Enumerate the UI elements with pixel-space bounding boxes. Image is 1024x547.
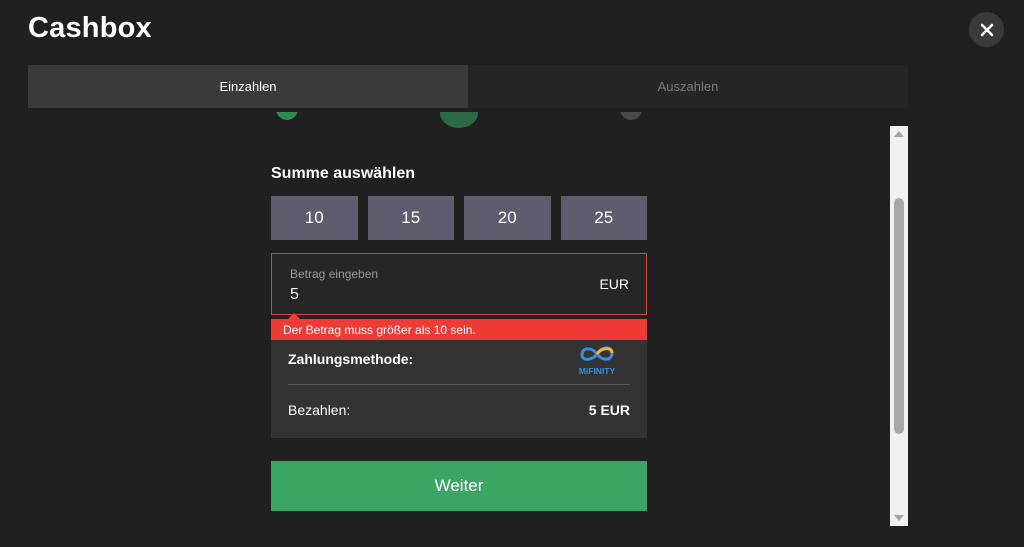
scrollbar[interactable] [890, 126, 908, 526]
scroll-up-icon[interactable] [894, 131, 904, 137]
continue-button[interactable]: Weiter [271, 461, 647, 511]
close-icon [980, 23, 993, 36]
error-message: Der Betrag muss größer als 10 sein. [271, 319, 647, 340]
cashbox-modal: Cashbox Einzahlen Auszahlen Summe auswäh… [0, 0, 1024, 547]
tab-auszahlen[interactable]: Auszahlen [468, 65, 908, 108]
summary-divider [288, 384, 630, 385]
amount-button[interactable]: 20 [464, 196, 551, 240]
page-title: Cashbox [28, 12, 152, 44]
close-button[interactable] [969, 12, 1004, 47]
scroll-down-icon[interactable] [894, 515, 904, 521]
amount-options: 10 15 20 25 [271, 196, 647, 240]
mifinity-logo-text: MiFINITY [579, 366, 616, 376]
amount-button[interactable]: 10 [271, 196, 358, 240]
amount-input[interactable] [290, 286, 570, 304]
step-indicator-1 [276, 112, 298, 128]
tab-bar: Einzahlen Auszahlen [28, 65, 908, 108]
currency-label: EUR [599, 276, 629, 292]
amount-button[interactable]: 15 [367, 196, 454, 240]
mifinity-logo: MiFINITY [573, 343, 621, 377]
payment-method-label: Zahlungsmethode: [288, 351, 414, 367]
amount-button[interactable]: 25 [560, 196, 647, 240]
mifinity-logo-icon: MiFINITY [579, 346, 616, 376]
amount-field-label: Betrag eingeben [290, 267, 379, 281]
step-indicator-2 [440, 112, 478, 128]
payment-summary: Zahlungsmethode: MiFINITY Bezahlen: 5 EU… [271, 340, 647, 438]
amount-field[interactable]: Betrag eingeben EUR [271, 253, 647, 315]
scrollbar-thumb[interactable] [894, 198, 904, 434]
tab-einzahlen[interactable]: Einzahlen [28, 65, 468, 108]
section-title: Summe auswählen [271, 165, 416, 182]
step-indicator-3 [620, 112, 642, 128]
pay-label: Bezahlen: [288, 402, 351, 418]
pay-value: 5 EUR [588, 402, 630, 418]
